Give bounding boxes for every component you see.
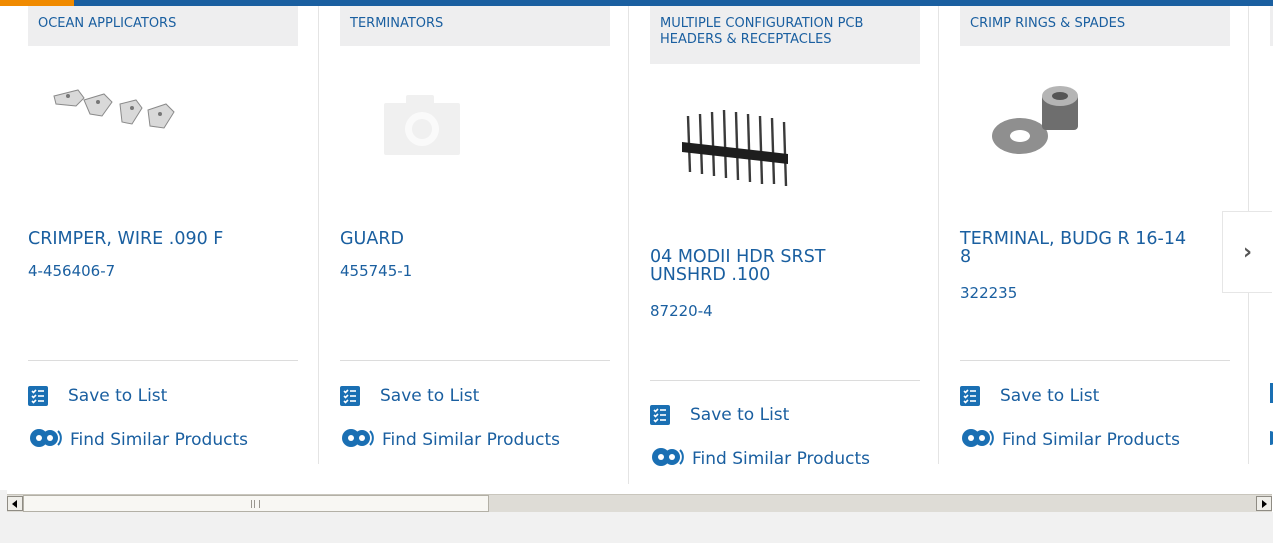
find-similar-button[interactable]: Find Similar Products (960, 427, 1180, 453)
product-card: CRIMP RINGS & SPADES TERMINAL, BUDG R 16… (938, 6, 1230, 464)
divider (28, 360, 298, 361)
save-to-list-label: Save to List (380, 386, 480, 406)
find-similar-button[interactable]: Find Similar Products (28, 427, 248, 453)
category-label[interactable]: MULTIPLE CONFIGURATION PCB HEADERS & REC… (650, 6, 920, 64)
gears-icon (960, 426, 994, 455)
save-to-list-label: Save to List (1000, 386, 1100, 406)
chevron-right-icon: › (1242, 239, 1253, 265)
divider (650, 380, 920, 381)
carousel-next-button[interactable]: › (1222, 211, 1272, 293)
gears-icon (340, 426, 374, 455)
product-carousel: OCEAN APPLICATORS CRIMPER, WIRE .090 F 4… (0, 6, 1273, 490)
find-similar-label: Find Similar Products (70, 430, 248, 450)
scroll-right-button[interactable] (1256, 496, 1272, 511)
find-similar-label: Find Similar Products (1002, 430, 1180, 450)
scrollbar-thumb[interactable] (23, 495, 489, 512)
product-title-link[interactable]: GUARD (340, 230, 580, 248)
product-title-link[interactable]: 04 MODII HDR SRST UNSHRD .100 (650, 248, 890, 284)
product-image[interactable] (680, 96, 840, 206)
grip-icon (251, 500, 260, 508)
horizontal-scrollbar[interactable] (7, 494, 1272, 512)
gears-icon (28, 426, 62, 455)
product-image[interactable] (990, 84, 1150, 194)
product-image[interactable] (384, 76, 544, 186)
save-to-list-button[interactable]: Save to List (340, 383, 479, 409)
product-image[interactable] (38, 76, 198, 186)
checklist-icon (960, 386, 980, 406)
gears-icon (650, 445, 684, 474)
save-to-list-button[interactable]: Save to List (960, 383, 1099, 409)
save-to-list-button[interactable]: Save to List (28, 383, 167, 409)
category-label[interactable]: OCEAN APPLICATORS (28, 6, 298, 46)
checklist-icon (650, 405, 670, 425)
bottom-gutter (0, 512, 1273, 543)
save-to-list-label: Save to List (690, 405, 790, 425)
part-number-link[interactable]: 455745-1 (340, 262, 412, 280)
divider (340, 360, 610, 361)
checklist-icon (28, 386, 48, 406)
product-card: TERMINATORS GUARD 455745-1 Save to List … (318, 6, 610, 464)
scroll-left-button[interactable] (7, 496, 23, 511)
part-number-link[interactable]: 322235 (960, 284, 1017, 302)
product-title-link[interactable]: CRIMPER, WIRE .090 F (28, 230, 268, 248)
arrow-right-icon (1262, 500, 1267, 508)
find-similar-label: Find Similar Products (692, 449, 870, 469)
arrow-left-icon (12, 500, 17, 508)
save-to-list-label: Save to List (68, 386, 168, 406)
save-to-list-button[interactable]: Save to List (650, 402, 789, 428)
divider (960, 360, 1230, 361)
part-number-link[interactable]: 4-456406-7 (28, 262, 115, 280)
find-similar-label: Find Similar Products (382, 430, 560, 450)
product-title-link[interactable]: TERMINAL, BUDG R 16-14 8 (960, 230, 1200, 266)
product-card: OCEAN APPLICATORS CRIMPER, WIRE .090 F 4… (28, 6, 298, 464)
find-similar-button[interactable]: Find Similar Products (650, 446, 870, 472)
category-label[interactable]: TERMINATORS (340, 6, 610, 46)
find-similar-button[interactable]: Find Similar Products (340, 427, 560, 453)
part-number-link[interactable]: 87220-4 (650, 302, 713, 320)
category-label[interactable]: CRIMP RINGS & SPADES (960, 6, 1230, 46)
product-card: MULTIPLE CONFIGURATION PCB HEADERS & REC… (628, 6, 920, 484)
checklist-icon (340, 386, 360, 406)
